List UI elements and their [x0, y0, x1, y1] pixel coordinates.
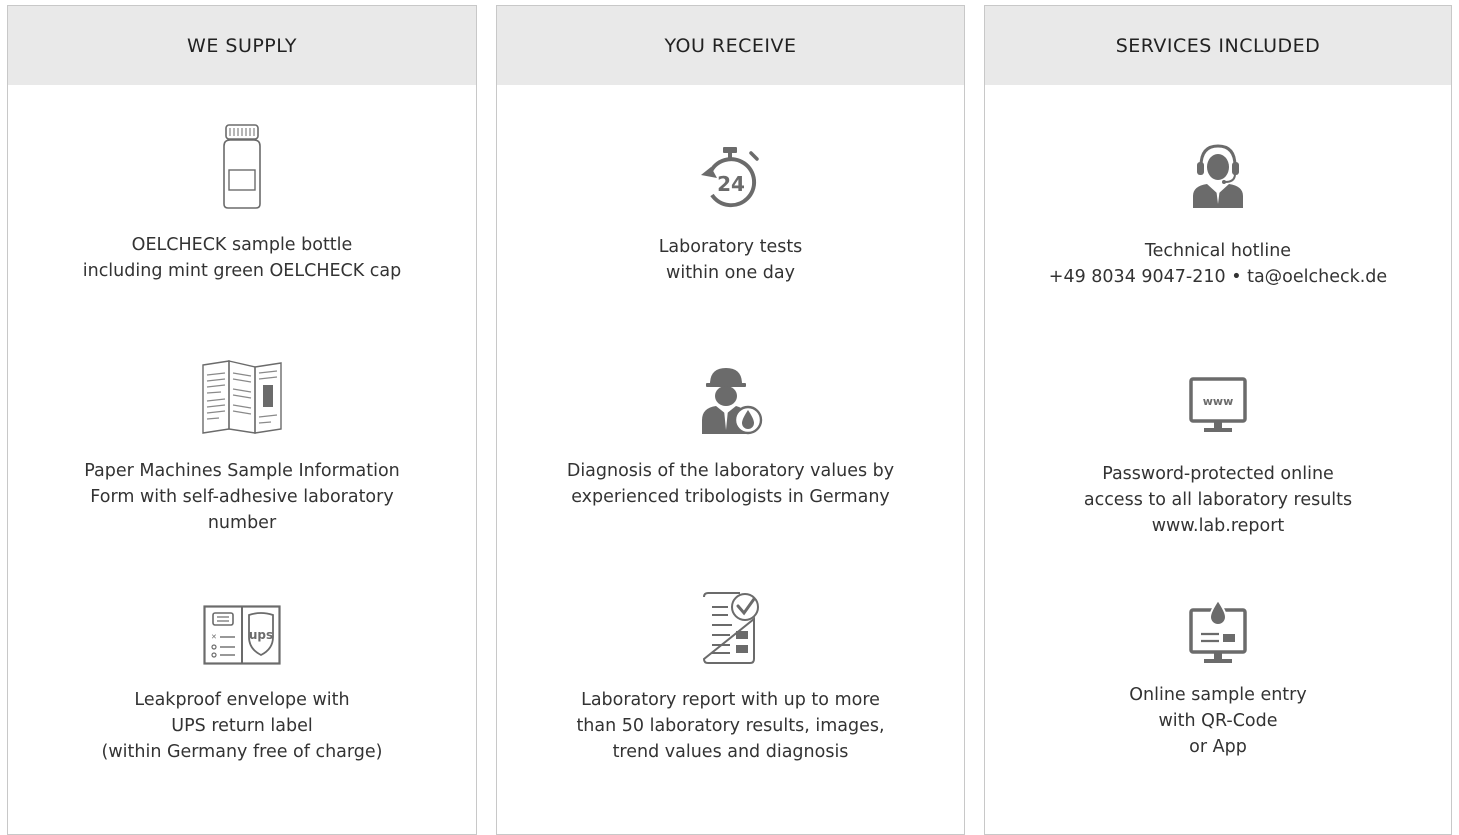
sample-bottle-icon — [223, 124, 261, 209]
service-item-text: Password-protected online access to all … — [1083, 464, 1353, 536]
receive-item-report: Laboratory report with up to more than 5… — [497, 591, 964, 765]
service-item-text: Technical hotline +49 8034 9047-210 • ta… — [1048, 241, 1388, 287]
tribologist-icon — [701, 368, 762, 435]
supply-item-text: Leakproof envelope with UPS return label… — [101, 690, 383, 762]
svg-text:24: 24 — [717, 172, 745, 196]
supply-item-form: Paper Machines Sample Information Form w… — [8, 359, 476, 536]
envelope-ups-icon: ✕ ups — [203, 605, 281, 665]
services-included-column: SERVICES INCLUDED Technical hotline +49 … — [984, 5, 1452, 835]
stopwatch-24-icon: 24 — [700, 147, 759, 208]
svg-text:www: www — [1203, 395, 1234, 408]
supply-item-envelope: ✕ ups Leakproof envelope with UPS return… — [8, 605, 476, 765]
supply-item-text: Paper Machines Sample Information Form w… — [84, 461, 400, 533]
folded-form-icon — [202, 360, 282, 434]
service-item-online-entry: Online sample entry with QR-Code or App — [985, 598, 1451, 760]
column-header: YOU RECEIVE — [497, 6, 964, 85]
supply-item-bottle: OELCHECK sample bottle including mint gr… — [8, 124, 476, 284]
column-header: SERVICES INCLUDED — [985, 6, 1451, 85]
receive-item-text: Diagnosis of the laboratory values by ex… — [566, 461, 895, 507]
supply-item-text: OELCHECK sample bottle including mint gr… — [82, 235, 402, 281]
service-item-online-access: www Password-protected online access to … — [985, 377, 1451, 539]
online-entry-monitor-icon — [1189, 598, 1247, 663]
receive-item-diagnosis: Diagnosis of the laboratory values by ex… — [497, 364, 964, 510]
receive-item-text: Laboratory report with up to more than 5… — [576, 690, 885, 762]
lab-report-icon — [702, 592, 759, 664]
column-header: WE SUPPLY — [8, 6, 476, 85]
receive-item-text: Laboratory tests within one day — [658, 237, 803, 283]
we-supply-column: WE SUPPLY OELCHECK sample bottle includi… — [7, 5, 477, 835]
service-item-hotline: Technical hotline +49 8034 9047-210 • ta… — [985, 142, 1451, 290]
svg-text:✕: ✕ — [211, 633, 217, 641]
receive-item-tests: 24 Laboratory tests within one day — [497, 145, 964, 286]
svg-text:ups: ups — [249, 628, 273, 642]
service-item-text: Online sample entry with QR-Code or App — [1129, 685, 1307, 757]
hotline-agent-icon — [1193, 144, 1243, 208]
www-monitor-icon: www — [1189, 377, 1247, 432]
you-receive-column: YOU RECEIVE 24 Laboratory tests within o… — [496, 5, 965, 835]
